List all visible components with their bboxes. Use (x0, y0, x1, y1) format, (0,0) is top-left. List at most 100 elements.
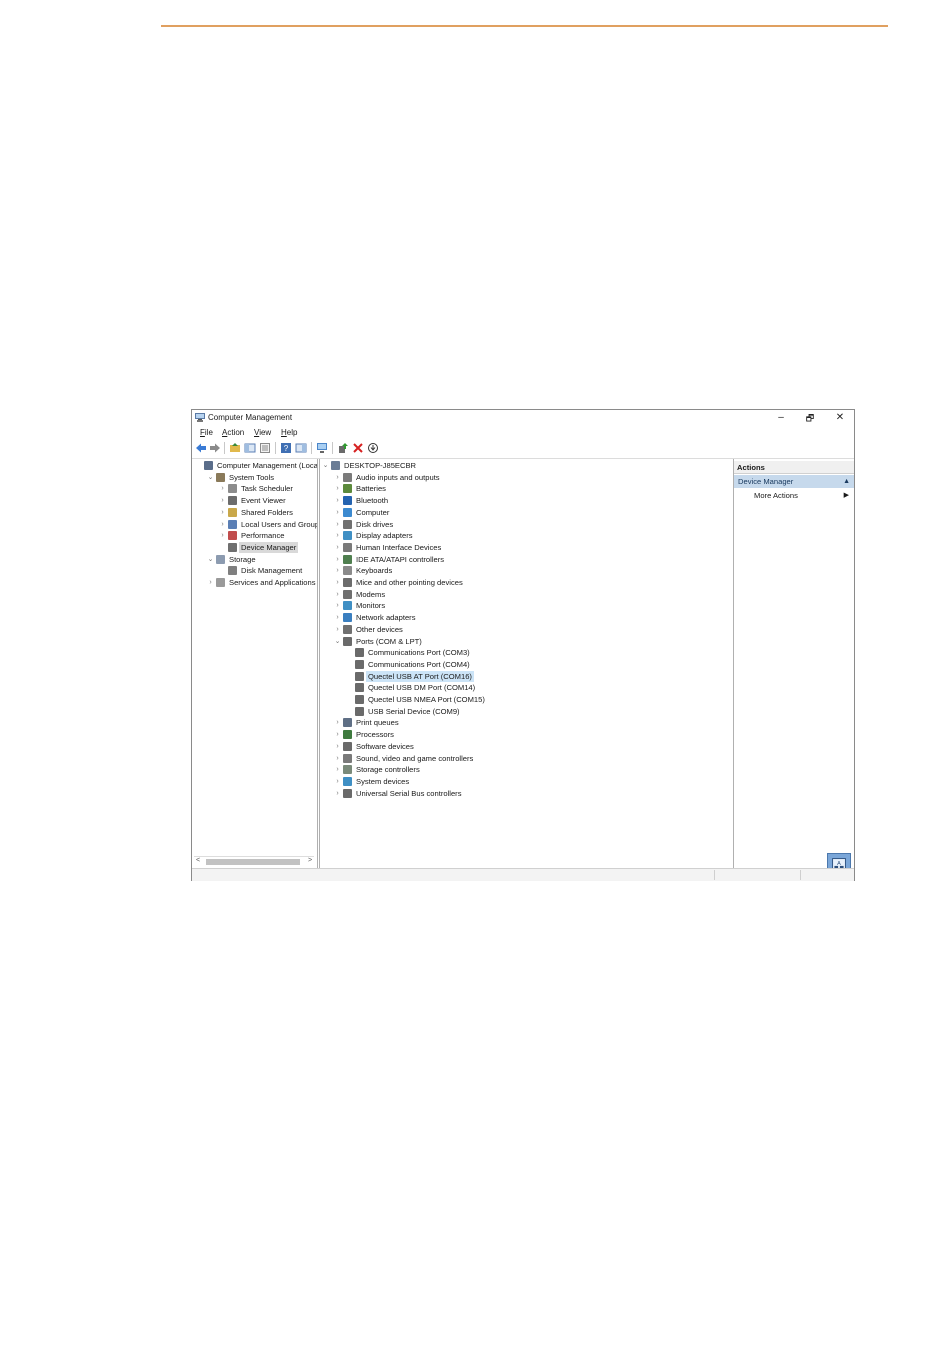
menu-file[interactable]: File (200, 428, 213, 437)
expand-chevron-right-icon[interactable]: › (334, 788, 341, 799)
device-tree-item[interactable]: Quectel USB NMEA Port (COM15) (320, 694, 733, 705)
expand-chevron-down-icon[interactable]: ⌄ (334, 636, 341, 647)
tree-item[interactable]: › Shared Folders (193, 507, 317, 518)
toolbar: ? (192, 439, 854, 459)
menu-view[interactable]: View (254, 428, 271, 437)
expand-chevron-right-icon[interactable]: › (219, 519, 226, 530)
show-hide-action-pane-icon[interactable] (295, 442, 307, 454)
tree-item[interactable]: Device Manager (193, 541, 317, 553)
help-icon[interactable]: ? (280, 442, 292, 454)
back-icon[interactable] (195, 442, 207, 454)
expand-chevron-right-icon[interactable]: › (334, 507, 341, 518)
device-tree-item[interactable]: USB Serial Device (COM9) (320, 706, 733, 717)
restore-button[interactable]: 🗗 (796, 411, 824, 425)
port-icon (355, 659, 364, 669)
device-tree-item[interactable]: Quectel USB DM Port (COM14) (320, 682, 733, 693)
scrollbar-thumb[interactable] (206, 859, 300, 865)
device-tree-item[interactable]: › Storage controllers (320, 764, 733, 775)
device-tree-item[interactable]: ⌄ Ports (COM & LPT) (320, 636, 733, 647)
collapse-up-icon[interactable]: ▲ (843, 475, 850, 488)
device-tree-item[interactable]: › Mice and other pointing devices (320, 577, 733, 588)
device-tree-item[interactable]: › Processors (320, 729, 733, 740)
tree-item[interactable]: › Event Viewer (193, 495, 317, 506)
scan-hardware-icon[interactable] (367, 442, 379, 454)
expand-chevron-right-icon[interactable]: › (334, 565, 341, 576)
forward-icon[interactable] (209, 442, 221, 454)
expand-chevron-right-icon[interactable]: › (334, 729, 341, 740)
actions-section-device-manager[interactable]: Device Manager ▲ (734, 475, 854, 488)
device-tree-item[interactable]: › Software devices (320, 741, 733, 752)
device-tree-item[interactable]: › Computer (320, 507, 733, 518)
close-button[interactable]: ✕ (826, 411, 854, 425)
tree-item[interactable]: Computer Management (Local (193, 460, 317, 471)
device-tree-item[interactable]: › Display adapters (320, 530, 733, 541)
show-hide-tree-icon[interactable] (244, 442, 256, 454)
up-folder-icon[interactable] (229, 442, 241, 454)
tree-item[interactable]: ⌄ System Tools (193, 472, 317, 483)
device-tree-item[interactable]: › Disk drives (320, 519, 733, 530)
navigation-horizontal-scrollbar[interactable]: < > (194, 856, 314, 866)
device-tree-item[interactable]: › Bluetooth (320, 495, 733, 506)
tree-item[interactable]: › Task Scheduler (193, 483, 317, 494)
expand-chevron-right-icon[interactable]: › (334, 519, 341, 530)
expand-chevron-right-icon[interactable]: › (334, 589, 341, 600)
expand-chevron-right-icon[interactable]: › (334, 542, 341, 553)
expand-chevron-right-icon[interactable]: › (207, 577, 214, 588)
expand-chevron-right-icon[interactable]: › (334, 612, 341, 623)
expand-chevron-right-icon[interactable]: › (334, 717, 341, 728)
expand-chevron-right-icon[interactable]: › (219, 507, 226, 518)
expand-chevron-right-icon[interactable]: › (334, 600, 341, 611)
device-tree-item[interactable]: › Monitors (320, 600, 733, 611)
device-tree-item[interactable]: › Modems (320, 589, 733, 600)
expand-chevron-right-icon[interactable]: › (334, 530, 341, 541)
properties-icon[interactable] (259, 442, 271, 454)
device-tree-item[interactable]: › Audio inputs and outputs (320, 472, 733, 483)
tree-item[interactable]: ⌄ Storage (193, 554, 317, 565)
device-tree-item[interactable]: › Other devices (320, 624, 733, 635)
device-tree-item[interactable]: › Batteries (320, 483, 733, 494)
device-tree-item[interactable]: › IDE ATA/ATAPI controllers (320, 554, 733, 565)
device-tree-item[interactable]: › System devices (320, 776, 733, 787)
device-tree-item[interactable]: Communications Port (COM3) (320, 647, 733, 658)
expand-chevron-down-icon[interactable]: ⌄ (207, 554, 214, 565)
expand-chevron-down-icon[interactable]: ⌄ (207, 472, 214, 483)
device-tree-item[interactable]: › Print queues (320, 717, 733, 728)
device-tree-item[interactable]: › Sound, video and game controllers (320, 753, 733, 764)
device-tree-item[interactable]: › Human Interface Devices (320, 542, 733, 553)
device-tree-item[interactable]: › Network adapters (320, 612, 733, 623)
device-tree-item[interactable]: Communications Port (COM4) (320, 659, 733, 670)
expand-chevron-right-icon[interactable]: › (334, 554, 341, 565)
tree-item[interactable]: › Local Users and Groups (193, 519, 317, 530)
device-tree-item-label: Storage controllers (356, 765, 420, 775)
uninstall-icon[interactable] (352, 442, 364, 454)
expand-chevron-right-icon[interactable]: › (219, 483, 226, 494)
expand-chevron-down-icon[interactable]: ⌄ (322, 460, 329, 471)
computer-icon[interactable] (316, 442, 328, 454)
tree-item[interactable]: Disk Management (193, 565, 317, 576)
expand-chevron-right-icon[interactable]: › (334, 753, 341, 764)
menu-help[interactable]: Help (281, 428, 297, 437)
expand-chevron-right-icon[interactable]: › (334, 764, 341, 775)
device-tree-item[interactable]: ⌄ DESKTOP-J85ECBR (320, 460, 733, 471)
expand-chevron-right-icon[interactable]: › (219, 530, 226, 541)
device-tree-item[interactable]: Quectel USB AT Port (COM16) (320, 670, 733, 682)
expand-chevron-right-icon[interactable]: › (219, 495, 226, 506)
tree-item[interactable]: › Services and Applications (193, 577, 317, 588)
minimize-button[interactable]: – (767, 411, 795, 425)
device-tree-item[interactable]: › Universal Serial Bus controllers (320, 788, 733, 799)
expand-chevron-right-icon[interactable]: › (334, 741, 341, 752)
update-driver-icon[interactable] (337, 442, 349, 454)
software-device-icon (343, 741, 352, 751)
scroll-right-icon[interactable]: > (308, 857, 312, 864)
scroll-left-icon[interactable]: < (196, 857, 200, 864)
menu-action[interactable]: Action (222, 428, 244, 437)
expand-chevron-right-icon[interactable]: › (334, 776, 341, 787)
expand-chevron-right-icon[interactable]: › (334, 577, 341, 588)
more-actions-link[interactable]: More Actions (754, 491, 798, 500)
expand-chevron-right-icon[interactable]: › (334, 472, 341, 483)
tree-item[interactable]: › Performance (193, 530, 317, 541)
expand-chevron-right-icon[interactable]: › (334, 483, 341, 494)
expand-chevron-right-icon[interactable]: › (334, 495, 341, 506)
expand-chevron-right-icon[interactable]: › (334, 624, 341, 635)
device-tree-item[interactable]: › Keyboards (320, 565, 733, 576)
